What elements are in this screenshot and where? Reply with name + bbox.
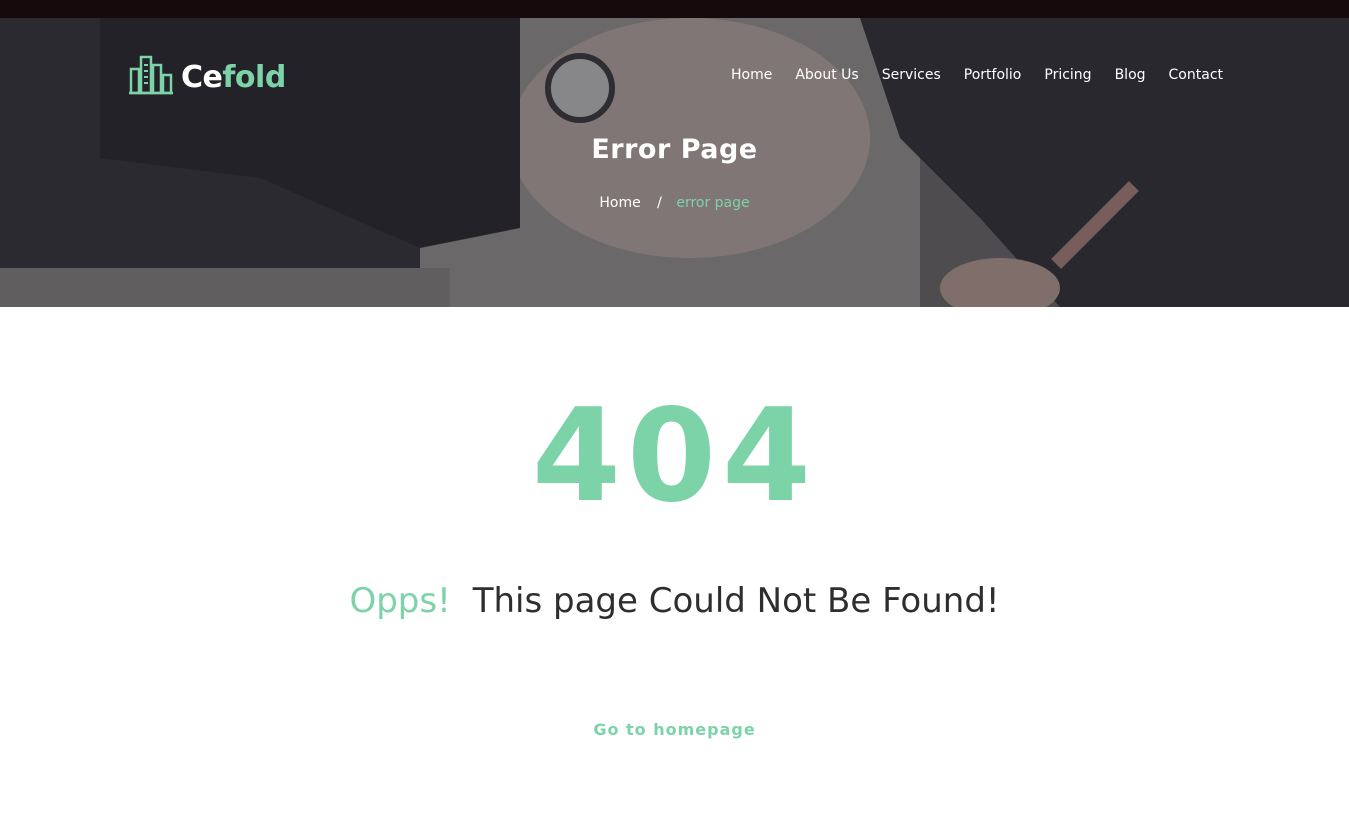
- nav-item-portfolio[interactable]: Portfolio: [964, 67, 1022, 83]
- nav-menu: Home About Us Services Portfolio Pricing…: [731, 67, 1223, 83]
- page-header-banner: Cefold Home About Us Services Portfolio …: [0, 18, 1349, 307]
- nav-item-about-us[interactable]: About Us: [795, 67, 858, 83]
- error-headline-accent: Opps!: [349, 581, 451, 621]
- error-headline: Opps! This page Could Not Be Found!: [0, 581, 1349, 621]
- nav-item-contact[interactable]: Contact: [1169, 67, 1223, 83]
- nav-item-blog[interactable]: Blog: [1115, 67, 1146, 83]
- top-strip: [0, 0, 1349, 18]
- error-code: 404: [531, 382, 818, 531]
- nav-item-home[interactable]: Home: [731, 67, 772, 83]
- brand-logo[interactable]: Cefold: [129, 55, 286, 99]
- page-title: Error Page: [591, 134, 758, 165]
- breadcrumb-current: error page: [676, 195, 750, 211]
- error-section: 404 Opps! This page Could Not Be Found! G…: [0, 307, 1349, 821]
- brand-name-part2: fold: [222, 59, 286, 95]
- error-headline-text: This page Could Not Be Found!: [472, 581, 1000, 621]
- go-to-homepage-button[interactable]: Go to homepage: [0, 720, 1349, 739]
- error-description: [310, 655, 1040, 667]
- main-navigation: Cefold Home About Us Services Portfolio …: [0, 18, 1349, 100]
- breadcrumb-separator: /: [657, 195, 662, 211]
- nav-item-services[interactable]: Services: [882, 67, 941, 83]
- brand-name: Cefold: [181, 60, 286, 95]
- building-icon: [129, 55, 173, 99]
- brand-name-part1: Ce: [181, 59, 223, 95]
- nav-item-pricing[interactable]: Pricing: [1044, 67, 1091, 83]
- breadcrumb: Home / error page: [0, 195, 1349, 211]
- breadcrumb-home-link[interactable]: Home: [599, 195, 640, 211]
